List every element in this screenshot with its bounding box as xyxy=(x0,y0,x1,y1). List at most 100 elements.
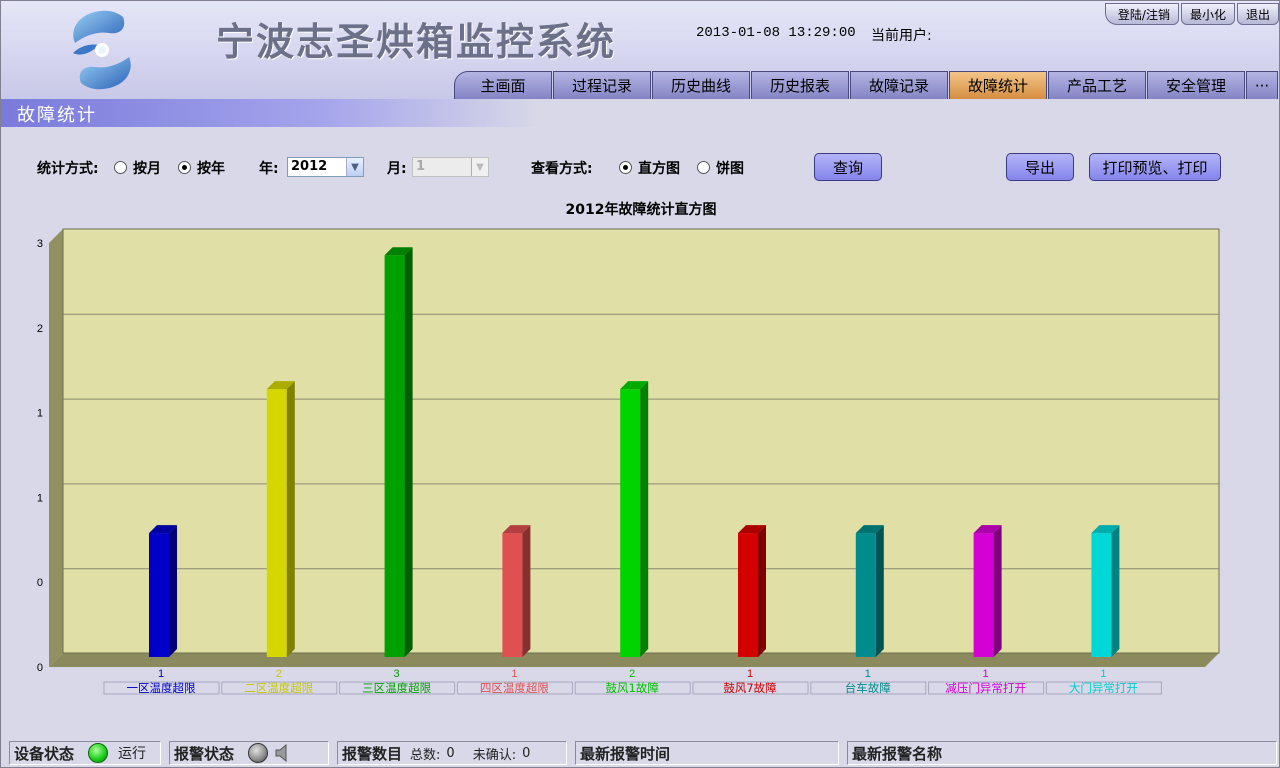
total-label: 总数: xyxy=(410,747,441,763)
y-tick-label: 3 xyxy=(37,238,43,250)
bar-side xyxy=(169,525,177,657)
device-status-panel: 设备状态 运行 xyxy=(9,741,161,765)
bar xyxy=(738,525,766,657)
data-label: 1 xyxy=(511,668,517,680)
bar-front xyxy=(855,533,876,657)
alarm-count-label: 报警数目 xyxy=(342,744,403,763)
bar-front xyxy=(266,389,287,657)
latest-alarm-time-panel: 最新报警时间 xyxy=(575,741,839,765)
current-user-label: 当前用户: xyxy=(871,28,932,44)
latest-alarm-name-label: 最新报警名称 xyxy=(852,744,943,763)
bar-front xyxy=(384,255,405,657)
app-title: 宁波志圣烘箱监控系统 xyxy=(216,19,617,64)
category-label: 大门异常打开 xyxy=(1069,681,1138,695)
y-tick-label: 1 xyxy=(37,492,43,504)
minimize-button[interactable]: 最小化 xyxy=(1180,3,1235,25)
bar xyxy=(855,525,884,657)
radio-by-year-label[interactable]: 按年 xyxy=(197,158,225,178)
radio-pie-label[interactable]: 饼图 xyxy=(716,158,744,178)
bar-side xyxy=(758,525,766,657)
month-select[interactable]: 1 ▼ xyxy=(412,157,489,177)
data-label: 1 xyxy=(747,668,753,680)
alarm-indicator-icon xyxy=(248,743,269,763)
bar-side xyxy=(286,381,295,657)
alarm-count-panel: 报警数目 总数: 0 未确认: 0 xyxy=(337,741,567,765)
tab-fault-statistics[interactable]: 故障统计 xyxy=(949,71,1047,99)
export-button[interactable]: 导出 xyxy=(1006,153,1074,181)
status-bar: 设备状态 运行 报警状态 报警数目 总数: 0 未确认: 0 最新报警时间 最新… xyxy=(1,739,1279,767)
bar-side xyxy=(522,525,531,657)
total-value: 0 xyxy=(446,745,455,761)
tab-fault-records[interactable]: 故障记录 xyxy=(850,71,948,99)
category-label: 台车故障 xyxy=(845,681,891,695)
year-label: 年: xyxy=(259,161,279,177)
category-label: 一区温度超限 xyxy=(127,681,196,695)
category-label: 四区温度超限 xyxy=(480,681,549,695)
data-label: 1 xyxy=(865,668,871,680)
bar xyxy=(620,381,649,657)
year-select[interactable]: 2012 ▼ xyxy=(287,157,364,177)
bar-side xyxy=(875,525,884,657)
chart-left-wall xyxy=(49,229,63,667)
chart-title: 2012年故障统计直方图 xyxy=(565,202,717,218)
radio-by-year[interactable] xyxy=(178,161,191,174)
query-button[interactable]: 查询 xyxy=(814,153,882,181)
bar-front xyxy=(1091,533,1112,657)
bar xyxy=(973,525,1002,657)
page-title: 故障统计 xyxy=(17,105,97,126)
category-label: 鼓风1故障 xyxy=(606,681,659,695)
page-title-bar: 故障统计 xyxy=(1,99,1279,127)
device-status-value: 运行 xyxy=(118,746,147,762)
login-logout-button[interactable]: 登陆/注销 xyxy=(1104,3,1179,25)
category-label: 二区温度超限 xyxy=(244,681,313,695)
speaker-icon[interactable] xyxy=(274,744,292,762)
exit-button[interactable]: 退出 xyxy=(1236,3,1279,25)
latest-alarm-name-panel: 最新报警名称 xyxy=(847,741,1277,765)
alarm-status-panel: 报警状态 xyxy=(169,741,329,765)
data-label: 2 xyxy=(276,668,282,680)
x-axis-labels: 1一区温度超限2二区温度超限3三区温度超限1四区温度超限2鼓风1故障1鼓风7故障… xyxy=(103,668,1162,695)
more-tabs-button[interactable]: ··· xyxy=(1246,71,1278,99)
app-window: 宁波志圣烘箱监控系统 2013-01-08 13:29:00 当前用户: 登陆/… xyxy=(0,0,1280,768)
bar xyxy=(149,525,177,657)
company-logo-icon xyxy=(73,10,131,90)
alarm-status-label: 报警状态 xyxy=(174,744,235,763)
radio-pie[interactable] xyxy=(697,161,710,174)
bar-side xyxy=(1111,525,1120,657)
latest-alarm-time-label: 最新报警时间 xyxy=(580,744,671,763)
tab-history-reports[interactable]: 历史报表 xyxy=(751,71,849,99)
header: 宁波志圣烘箱监控系统 2013-01-08 13:29:00 当前用户: 登陆/… xyxy=(1,1,1279,99)
month-label: 月: xyxy=(387,161,407,177)
tab-product-process[interactable]: 产品工艺 xyxy=(1048,71,1146,99)
category-label: 减压门异常打开 xyxy=(945,681,1026,695)
device-status-label: 设备状态 xyxy=(14,744,75,763)
bar xyxy=(384,247,413,657)
radio-histogram-label[interactable]: 直方图 xyxy=(638,158,680,178)
tab-process-records[interactable]: 过程记录 xyxy=(553,71,651,99)
radio-by-month-label[interactable]: 按月 xyxy=(133,158,161,178)
tab-main-screen[interactable]: 主画面 xyxy=(454,71,552,99)
system-buttons: 登陆/注销 最小化 退出 xyxy=(1104,3,1279,25)
y-tick-label: 2 xyxy=(37,323,43,335)
unack-value: 0 xyxy=(522,745,531,761)
tab-history-curves[interactable]: 历史曲线 xyxy=(652,71,750,99)
y-tick-label: 0 xyxy=(37,662,43,674)
radio-histogram[interactable] xyxy=(619,161,632,174)
data-label: 1 xyxy=(1100,668,1106,680)
data-label: 1 xyxy=(158,668,164,680)
data-label: 2 xyxy=(629,668,635,680)
chevron-down-icon[interactable]: ▼ xyxy=(346,158,363,176)
bar-front xyxy=(149,533,169,657)
bar xyxy=(1091,525,1120,657)
print-preview-button[interactable]: 打印预览、打印 xyxy=(1089,153,1221,181)
stat-mode-label: 统计方式: xyxy=(37,161,99,177)
bar-front xyxy=(502,533,523,657)
tab-security-management[interactable]: 安全管理 xyxy=(1147,71,1245,99)
chevron-down-icon[interactable]: ▼ xyxy=(471,158,488,176)
datetime-display: 2013-01-08 13:29:00 xyxy=(696,25,856,41)
radio-by-month[interactable] xyxy=(114,161,127,174)
category-label: 三区温度超限 xyxy=(362,681,431,695)
bar-front xyxy=(620,389,641,657)
y-tick-label: 1 xyxy=(37,408,43,420)
unack-label: 未确认: xyxy=(472,747,517,763)
